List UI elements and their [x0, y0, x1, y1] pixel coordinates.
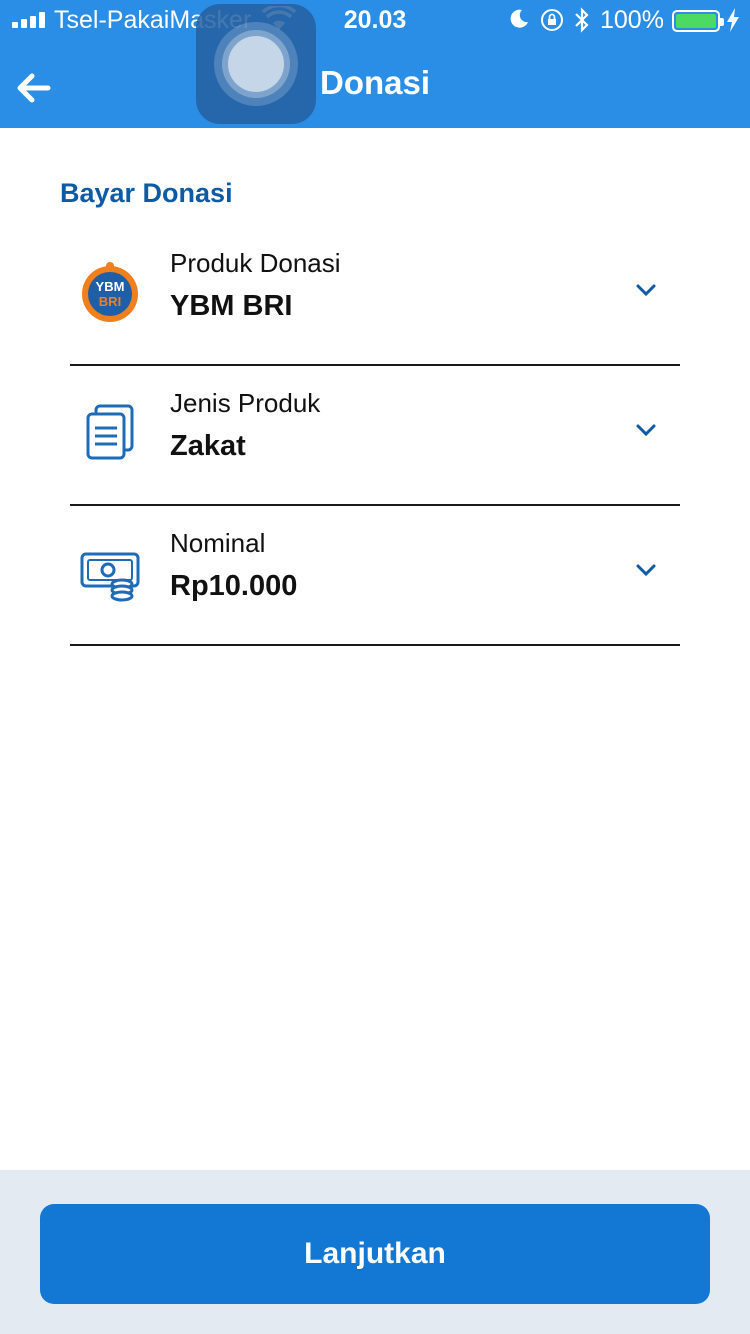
svg-text:YBM: YBM [96, 279, 125, 294]
status-bar: Tsel-PakaiMasker 20.03 100% [0, 0, 750, 40]
nominal-field[interactable]: Nominal Rp10.000 [70, 506, 680, 646]
charging-icon [727, 8, 739, 32]
back-arrow-icon[interactable] [14, 68, 54, 108]
chevron-down-icon[interactable] [634, 562, 658, 578]
page-title: Donasi [320, 64, 431, 101]
svg-text:BRI: BRI [99, 294, 121, 309]
chevron-down-icon[interactable] [634, 422, 658, 438]
field-value: Zakat [170, 430, 246, 462]
field-label: Nominal [170, 528, 266, 558]
assistive-touch-button[interactable] [196, 4, 316, 124]
lanjutkan-button[interactable]: Lanjutkan [40, 1204, 710, 1304]
document-icon [86, 404, 134, 460]
bluetooth-icon [575, 7, 589, 33]
section-title: Bayar Donasi [60, 178, 233, 208]
chevron-down-icon[interactable] [634, 282, 658, 298]
produk-donasi-field[interactable]: YBM BRI Produk Donasi YBM BRI [70, 226, 680, 366]
do-not-disturb-icon [510, 9, 528, 28]
app-header: Tsel-PakaiMasker 20.03 100% Donasi [0, 0, 750, 128]
jenis-produk-field[interactable]: Jenis Produk Zakat [70, 366, 680, 506]
ybm-bri-logo-icon: YBM BRI [82, 262, 138, 322]
battery-percent: 100% [600, 6, 664, 34]
field-value: Rp10.000 [170, 570, 298, 602]
field-label: Jenis Produk [170, 388, 321, 418]
rotation-lock-icon [541, 9, 563, 31]
field-label: Produk Donasi [170, 248, 341, 278]
battery-icon [672, 10, 724, 32]
field-value: YBM BRI [170, 290, 293, 322]
money-icon [80, 552, 140, 602]
